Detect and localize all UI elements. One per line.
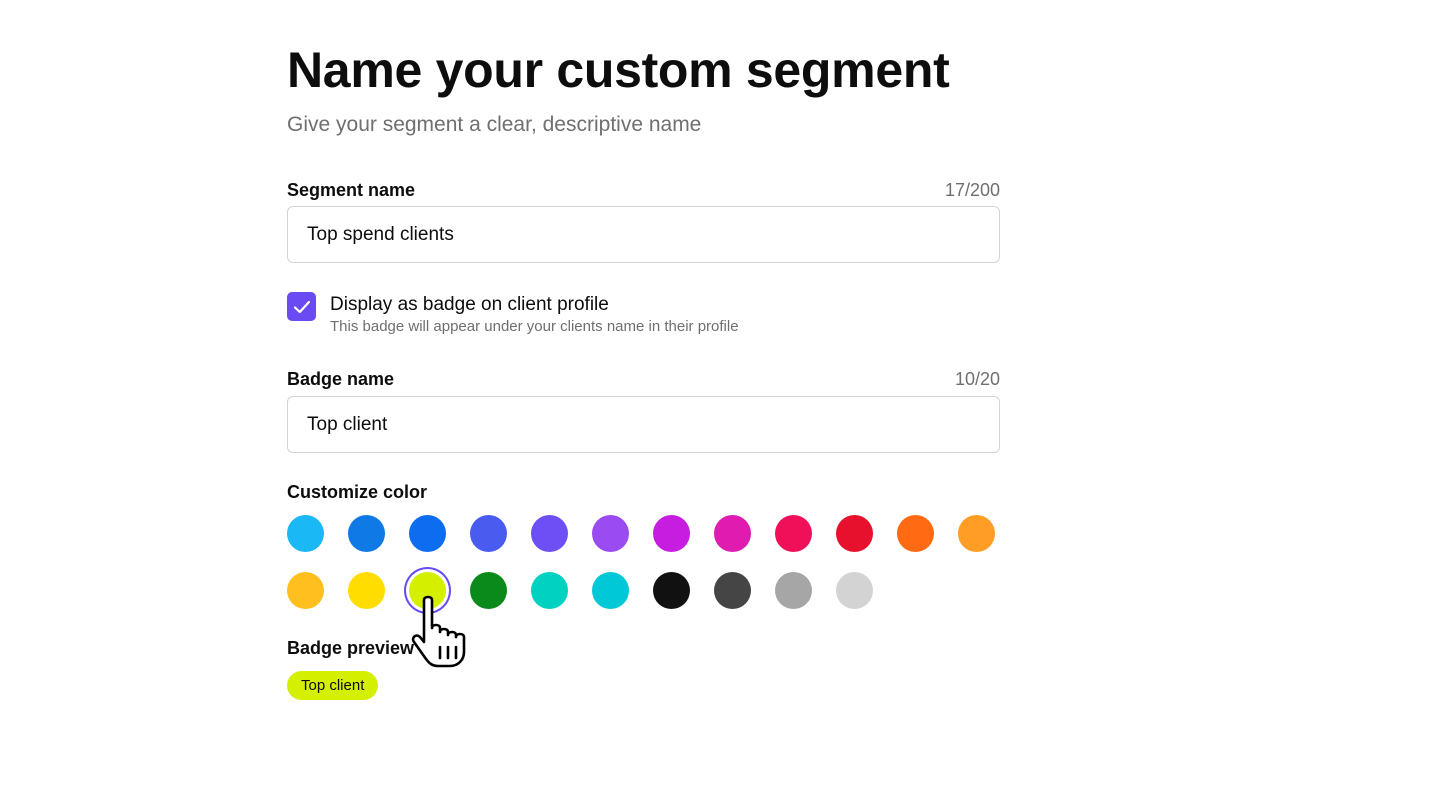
color-swatch[interactable]	[348, 515, 385, 552]
color-swatch[interactable]	[531, 572, 568, 609]
display-badge-label[interactable]: Display as badge on client profile	[330, 294, 609, 316]
color-swatch[interactable]	[897, 515, 934, 552]
color-swatch[interactable]	[714, 515, 751, 552]
color-swatch[interactable]	[958, 515, 995, 552]
color-swatch[interactable]	[775, 572, 812, 609]
color-swatch[interactable]	[470, 572, 507, 609]
color-swatch[interactable]	[714, 572, 751, 609]
badge-name-counter: 10/20	[954, 368, 1000, 389]
color-swatch[interactable]	[836, 572, 873, 609]
page-title: Name your custom segment	[287, 42, 950, 98]
segment-name-counter: 17/200	[944, 179, 1000, 200]
color-swatch[interactable]	[836, 515, 873, 552]
badge-preview: Top client	[287, 671, 379, 700]
page-subtitle: Give your segment a clear, descriptive n…	[287, 113, 702, 136]
color-swatch[interactable]	[592, 572, 629, 609]
check-icon	[293, 300, 310, 313]
color-swatch[interactable]	[775, 515, 812, 552]
display-badge-checkbox[interactable]	[287, 292, 316, 321]
segment-name-input[interactable]	[287, 206, 1000, 263]
badge-name-input[interactable]	[287, 396, 1000, 453]
badge-name-label: Badge name	[287, 368, 395, 389]
color-swatch[interactable]	[287, 572, 324, 609]
color-swatch[interactable]	[653, 515, 690, 552]
color-swatch[interactable]	[287, 515, 324, 552]
segment-name-label-row: Segment name 17/200	[287, 178, 1000, 202]
color-swatch[interactable]	[470, 515, 507, 552]
custom-segment-page: Name your custom segment Give your segme…	[0, 0, 1440, 800]
color-swatch[interactable]	[531, 515, 568, 552]
color-swatch[interactable]	[409, 515, 446, 552]
color-swatch[interactable]	[592, 515, 629, 552]
color-swatch-grid	[287, 515, 1000, 611]
customize-color-label: Customize color	[287, 482, 428, 502]
badge-preview-label: Badge preview	[287, 638, 415, 658]
segment-name-label: Segment name	[287, 179, 416, 200]
color-swatch[interactable]	[653, 572, 690, 609]
color-swatch[interactable]	[348, 572, 385, 609]
badge-option: Display as badge on client profile This …	[287, 292, 1000, 342]
color-swatch[interactable]	[409, 572, 446, 609]
display-badge-help: This badge will appear under your client…	[330, 318, 739, 335]
badge-name-label-row: Badge name 10/20	[287, 367, 1000, 391]
